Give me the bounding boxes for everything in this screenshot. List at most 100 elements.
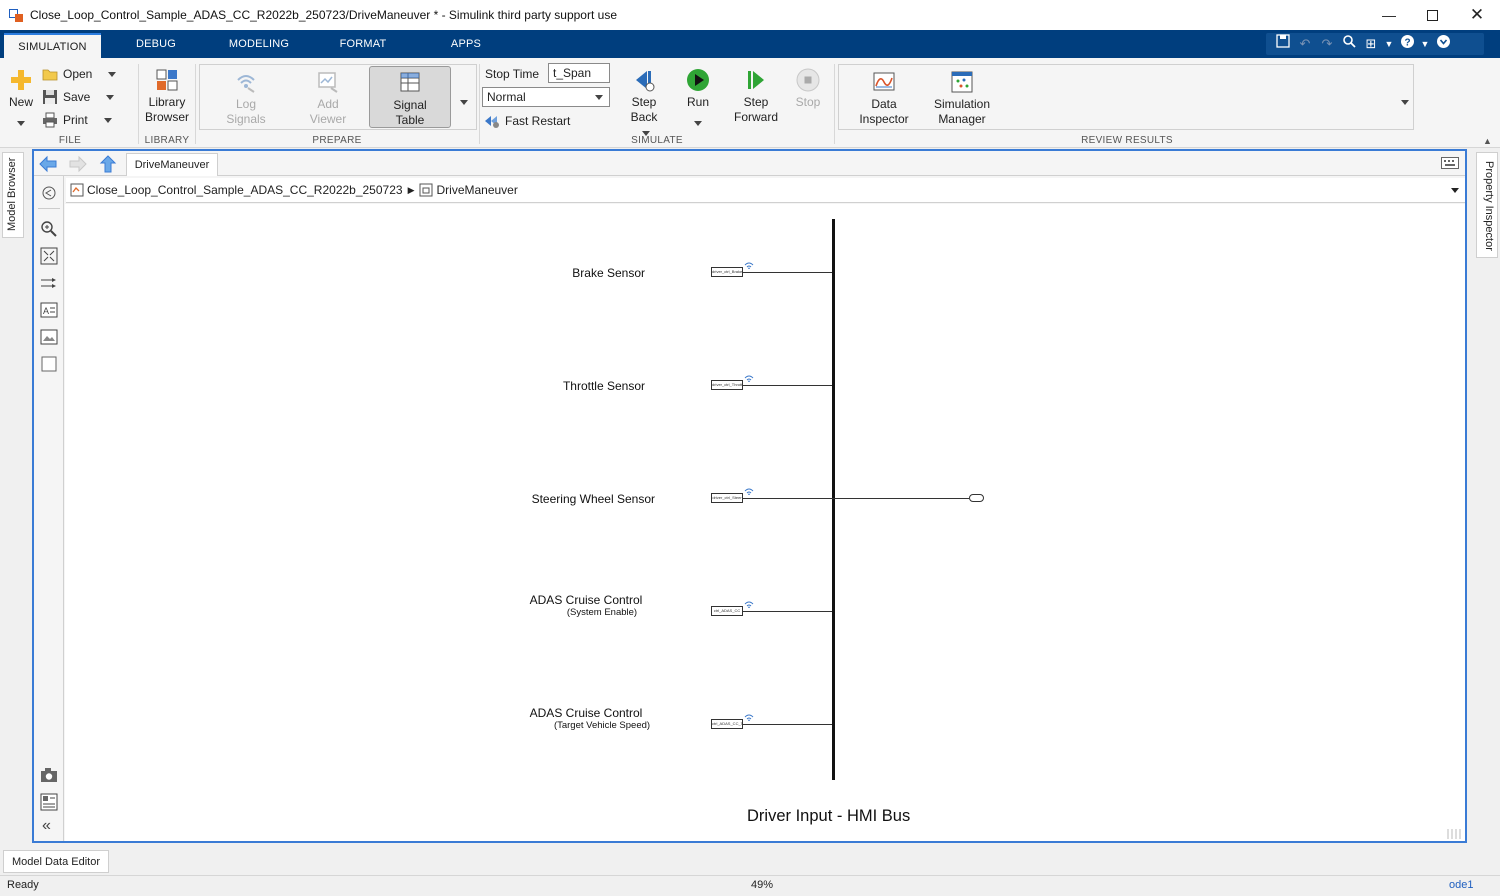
chevron-down-icon[interactable]: ▼ <box>1418 34 1432 54</box>
simulink-app-icon <box>8 7 24 23</box>
forward-arrow-icon[interactable] <box>68 154 88 174</box>
from-block[interactable]: driver_ctrl_Brake <box>711 267 743 277</box>
collapse-ribbon-icon[interactable] <box>1432 34 1454 54</box>
signal-routing-icon[interactable] <box>40 274 58 292</box>
terminator-block[interactable] <box>969 494 984 502</box>
run-button[interactable]: Run <box>680 68 716 130</box>
bus-creator-bar[interactable] <box>832 219 835 780</box>
editor-toolstrip: A « <box>34 176 64 841</box>
step-forward-button[interactable]: Step Forward <box>732 68 780 125</box>
new-icon <box>11 70 31 90</box>
viewer-icon <box>318 72 338 93</box>
signal-line[interactable] <box>743 385 832 386</box>
window-title: Close_Loop_Control_Sample_ADAS_CC_R2022b… <box>30 8 617 22</box>
save-icon[interactable] <box>1272 34 1294 54</box>
redo-icon[interactable]: ↷ <box>1316 34 1338 54</box>
signal-line[interactable] <box>743 611 832 612</box>
keyboard-icon[interactable] <box>1441 157 1459 169</box>
from-block[interactable]: ctrl_ADAS_CC_Tgt <box>711 719 743 729</box>
minimize-button[interactable]: — <box>1366 0 1412 30</box>
signal-label-steering-wheel-sensor: Steering Wheel Sensor <box>531 492 655 506</box>
model-data-icon[interactable] <box>40 793 58 811</box>
signal-sublabel: (Target Vehicle Speed) <box>553 720 651 731</box>
fast-restart-toggle[interactable]: Fast Restart <box>484 111 570 131</box>
chevron-down-icon[interactable] <box>1451 188 1459 193</box>
signal-line[interactable] <box>743 498 969 499</box>
prepare-gallery-expand[interactable] <box>460 94 468 108</box>
signal-label-adas-cruise-control-target-speed: ADAS Cruise Control <box>529 706 643 720</box>
tab-simulation[interactable]: SIMULATION <box>4 33 101 58</box>
data-inspector-icon <box>873 72 895 91</box>
review-gallery-expand[interactable] <box>1401 94 1409 108</box>
from-block[interactable]: driver_ctrl_Steer <box>711 493 743 503</box>
log-signals-button[interactable]: Log Signals <box>222 70 270 127</box>
undo-icon[interactable]: ↶ <box>1294 34 1316 54</box>
up-arrow-icon[interactable] <box>98 154 118 174</box>
fit-to-view-icon[interactable] <box>40 247 58 265</box>
collapse-ribbon-icon[interactable]: ▲ <box>1483 136 1492 146</box>
from-block[interactable]: ctrl_ADAS_CC <box>711 606 743 616</box>
back-arrow-icon[interactable] <box>38 154 58 174</box>
signal-line[interactable] <box>743 724 832 725</box>
model-data-editor-tab[interactable]: Model Data Editor <box>3 850 109 873</box>
collapse-toolstrip-icon[interactable]: « <box>42 817 51 835</box>
ribbon: New Open Save Print FILE Library Browser… <box>0 58 1500 148</box>
chevron-down-icon <box>17 121 25 126</box>
wifi-log-icon <box>744 488 754 495</box>
stop-time-input[interactable]: t_Span <box>548 63 610 83</box>
search-icon[interactable] <box>1338 34 1360 54</box>
step-back-button[interactable]: Step Back <box>624 68 664 140</box>
signal-table-button[interactable]: Signal Table <box>369 66 451 128</box>
chevron-down-icon[interactable]: ▼ <box>1382 34 1396 54</box>
tab-debug[interactable]: DEBUG <box>124 30 188 58</box>
print-button[interactable]: Print <box>42 110 112 130</box>
area-icon[interactable] <box>40 355 58 373</box>
zoom-level: 49% <box>751 879 774 891</box>
signal-line[interactable] <box>743 272 832 273</box>
find-options-icon[interactable]: ⊞ <box>1360 34 1382 54</box>
close-button[interactable]: ✕ <box>1454 0 1500 30</box>
wifi-log-icon <box>744 262 754 269</box>
chevron-down-icon <box>694 121 702 126</box>
image-icon[interactable] <box>40 328 58 346</box>
zoom-icon[interactable] <box>40 220 58 238</box>
tab-modeling[interactable]: MODELING <box>222 30 296 58</box>
resize-grip[interactable] <box>1447 829 1461 839</box>
model-browser-tab[interactable]: Model Browser <box>2 152 24 238</box>
from-block[interactable]: driver_ctrl_Throttle <box>711 380 743 390</box>
divider <box>195 64 196 144</box>
wifi-log-icon <box>744 375 754 382</box>
diagram-canvas[interactable]: Brake Sensor driver_ctrl_Brake Throttle … <box>65 204 1465 841</box>
solver-link[interactable]: ode1 <box>1449 879 1473 891</box>
property-inspector-tab[interactable]: Property Inspector <box>1476 152 1498 258</box>
new-button[interactable]: New <box>6 68 36 130</box>
maximize-button[interactable] <box>1409 0 1455 30</box>
add-viewer-button[interactable]: Add Viewer <box>304 70 352 127</box>
help-icon[interactable]: ? <box>1396 34 1418 54</box>
open-button[interactable]: Open <box>42 64 117 84</box>
chevron-down-icon <box>1401 100 1409 105</box>
simulation-manager-button[interactable]: Simulation Manager <box>928 70 996 127</box>
save-button[interactable]: Save <box>42 87 115 107</box>
signal-label-throttle-sensor: Throttle Sensor <box>562 379 645 393</box>
hide-show-explorer-icon[interactable] <box>40 184 58 202</box>
wifi-log-icon <box>237 75 255 93</box>
signal-label-adas-cruise-control-enable: ADAS Cruise Control <box>529 593 643 607</box>
camera-icon[interactable] <box>40 766 58 784</box>
stop-button[interactable]: Stop <box>790 68 826 110</box>
tab-apps[interactable]: APPS <box>442 30 490 58</box>
breadcrumb-root[interactable]: Close_Loop_Control_Sample_ADAS_CC_R2022b… <box>87 183 403 197</box>
editor-tab-drivemaneuver[interactable]: DriveManeuver <box>126 153 218 176</box>
library-browser-button[interactable]: Library Browser <box>142 68 192 125</box>
simulation-mode-select[interactable]: Normal <box>482 87 610 107</box>
divider <box>479 64 480 144</box>
breadcrumb-current[interactable]: DriveManeuver <box>436 183 517 197</box>
printer-icon <box>43 112 57 128</box>
tab-format[interactable]: FORMAT <box>332 30 394 58</box>
data-inspector-button[interactable]: Data Inspector <box>857 70 911 127</box>
library-browser-icon <box>156 69 178 91</box>
annotation-icon[interactable]: A <box>40 301 58 319</box>
chevron-down-icon <box>460 100 468 105</box>
status-text: Ready <box>7 879 39 891</box>
quick-access-icons: ↶ ↷ ⊞ ▼ ? ▼ <box>1272 34 1454 54</box>
